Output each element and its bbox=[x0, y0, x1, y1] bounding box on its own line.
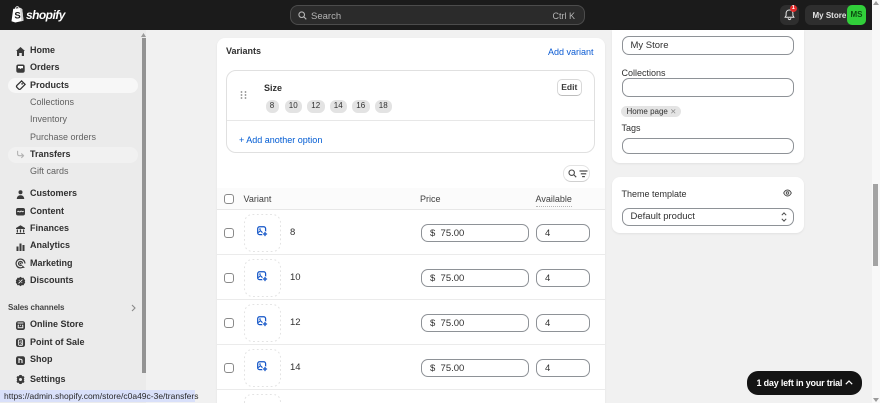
svg-text:S: S bbox=[14, 10, 20, 21]
svg-text:S: S bbox=[19, 340, 22, 345]
